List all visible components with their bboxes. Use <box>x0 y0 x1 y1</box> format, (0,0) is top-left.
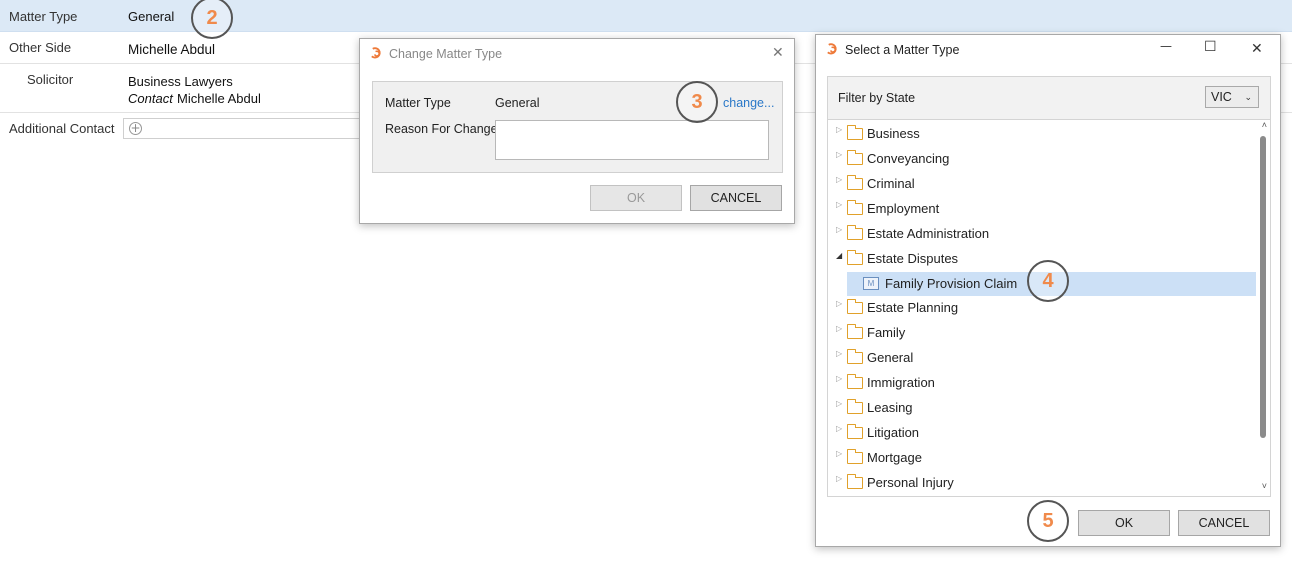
folder-icon <box>847 349 863 364</box>
filter-bar: Filter by State VIC ⌄ <box>827 76 1271 120</box>
tree-item-label: Estate Administration <box>867 226 990 241</box>
ok-button[interactable]: OK <box>590 185 682 211</box>
tree-item-label: Immigration <box>867 375 935 390</box>
tree-item-label: Personal Injury <box>867 475 954 490</box>
folder-icon <box>847 200 863 215</box>
reason-input[interactable] <box>495 120 769 160</box>
close-icon[interactable]: ✕ <box>772 45 784 61</box>
folder-icon <box>847 225 863 240</box>
solicitor-firm[interactable]: Business Lawyers <box>128 74 233 89</box>
scrollbar[interactable]: ˄ ˅ <box>1256 120 1270 496</box>
dialog-title: Change Matter Type <box>389 47 503 61</box>
collapsed-arrow-icon[interactable]: ▷ <box>836 449 842 458</box>
cancel-button[interactable]: CANCEL <box>1178 510 1270 536</box>
close-icon[interactable]: ✕ <box>1251 41 1263 57</box>
collapsed-arrow-icon[interactable]: ▷ <box>836 424 842 433</box>
other-side-value[interactable]: Michelle Abdul <box>128 42 215 57</box>
step-marker-3: 3 <box>676 81 718 123</box>
tree-item-label: Leasing <box>867 400 913 415</box>
matter-type-tree: ▷ Business ▷ Conveyancing ▷ Criminal ▷ Employme… <box>827 119 1271 497</box>
tree-item-label: Conveyancing <box>867 151 950 166</box>
tree-item-label: General <box>867 350 914 365</box>
cancel-button[interactable]: CANCEL <box>690 185 782 211</box>
state-select[interactable]: VIC ⌄ <box>1205 86 1259 108</box>
filter-label: Filter by State <box>838 91 916 105</box>
dialog-title: Select a Matter Type <box>845 43 960 57</box>
tree-item-label: Criminal <box>867 176 915 191</box>
tree-item-litigation[interactable]: ▷ Litigation <box>828 421 1270 445</box>
other-side-label: Other Side <box>9 40 72 55</box>
collapsed-arrow-icon[interactable]: ▷ <box>836 125 842 134</box>
maximize-icon[interactable]: ☐ <box>1204 39 1217 55</box>
collapsed-arrow-icon[interactable]: ▷ <box>836 175 842 184</box>
folder-icon <box>847 449 863 464</box>
solicitor-label: Solicitor <box>27 72 74 87</box>
tree-item-conveyancing[interactable]: ▷ Conveyancing <box>828 147 1270 171</box>
tree-item-personal-injury[interactable]: ▷ Personal Injury <box>828 471 1270 495</box>
folder-icon <box>847 324 863 339</box>
tree-item-label: Family <box>867 325 906 340</box>
collapsed-arrow-icon[interactable]: ▷ <box>836 150 842 159</box>
matter-type-label: Matter Type <box>9 9 78 24</box>
tree-item-general[interactable]: ▷ General <box>828 346 1270 370</box>
matter-template-icon: M <box>863 277 879 290</box>
matter-type-value: General <box>495 96 540 110</box>
contact-value[interactable]: Michelle Abdul <box>177 91 261 106</box>
tree-item-label: Estate Disputes <box>867 251 959 266</box>
folder-icon <box>847 374 863 389</box>
scroll-down-icon[interactable]: ˅ <box>1262 481 1267 491</box>
scroll-up-icon[interactable]: ˄ <box>1262 120 1267 130</box>
tree-item-mortgage[interactable]: ▷ Mortgage <box>828 446 1270 470</box>
additional-contact-label: Additional Contact <box>9 121 115 136</box>
collapsed-arrow-icon[interactable]: ▷ <box>836 399 842 408</box>
app-logo-icon <box>371 47 381 59</box>
folder-icon <box>847 399 863 414</box>
change-matter-type-dialog: Change Matter Type ✕ Matter Type General… <box>359 38 795 224</box>
tree-item-business[interactable]: ▷ Business <box>828 122 1270 146</box>
expanded-arrow-icon[interactable]: ◢ <box>836 251 842 260</box>
ok-button[interactable]: OK <box>1078 510 1170 536</box>
folder-icon <box>847 474 863 489</box>
tree-item-label: Family Provision Claim <box>885 276 1018 291</box>
tree-item-label: Estate Planning <box>867 300 959 315</box>
folder-icon <box>847 125 863 140</box>
folder-icon <box>847 299 863 314</box>
collapsed-arrow-icon[interactable]: ▷ <box>836 299 842 308</box>
tree-item-employment[interactable]: ▷ Employment <box>828 197 1270 221</box>
scroll-thumb[interactable] <box>1260 136 1266 438</box>
tree-item-immigration[interactable]: ▷ Immigration <box>828 371 1270 395</box>
contact-label: Contact <box>128 91 173 106</box>
plus-circle-icon[interactable]: + <box>129 122 142 135</box>
reason-label: Reason For Change <box>385 122 498 136</box>
matter-type-value: General <box>128 9 175 24</box>
tree-item-leasing[interactable]: ▷ Leasing <box>828 396 1270 420</box>
folder-icon <box>847 150 863 165</box>
chevron-down-icon: ⌄ <box>1244 92 1252 102</box>
collapsed-arrow-icon[interactable]: ▷ <box>836 474 842 483</box>
tree-item-label: Litigation <box>867 425 920 440</box>
app-logo-icon <box>827 43 837 55</box>
tree-item-label: Employment <box>867 201 940 216</box>
step-marker-4: 4 <box>1027 260 1069 302</box>
tree-item-label: Mortgage <box>867 450 922 465</box>
step-marker-5: 5 <box>1027 500 1069 542</box>
tree-item-estate-administration[interactable]: ▷ Estate Administration <box>828 222 1270 246</box>
additional-contact-field[interactable]: + <box>123 118 373 139</box>
folder-icon <box>847 250 863 265</box>
minimize-icon[interactable]: — <box>1160 39 1172 53</box>
change-link[interactable]: change... <box>723 96 774 110</box>
collapsed-arrow-icon[interactable]: ▷ <box>836 349 842 358</box>
collapsed-arrow-icon[interactable]: ▷ <box>836 200 842 209</box>
collapsed-arrow-icon[interactable]: ▷ <box>836 324 842 333</box>
folder-icon <box>847 175 863 190</box>
matter-type-panel: Matter Type General change... Reason For… <box>372 81 783 173</box>
tree-item-label: Business <box>867 126 920 141</box>
collapsed-arrow-icon[interactable]: ▷ <box>836 374 842 383</box>
collapsed-arrow-icon[interactable]: ▷ <box>836 225 842 234</box>
tree-item-family[interactable]: ▷ Family <box>828 321 1270 345</box>
matter-type-label: Matter Type <box>385 96 451 110</box>
folder-icon <box>847 424 863 439</box>
tree-item-criminal[interactable]: ▷ Criminal <box>828 172 1270 196</box>
state-value: VIC <box>1211 90 1232 104</box>
